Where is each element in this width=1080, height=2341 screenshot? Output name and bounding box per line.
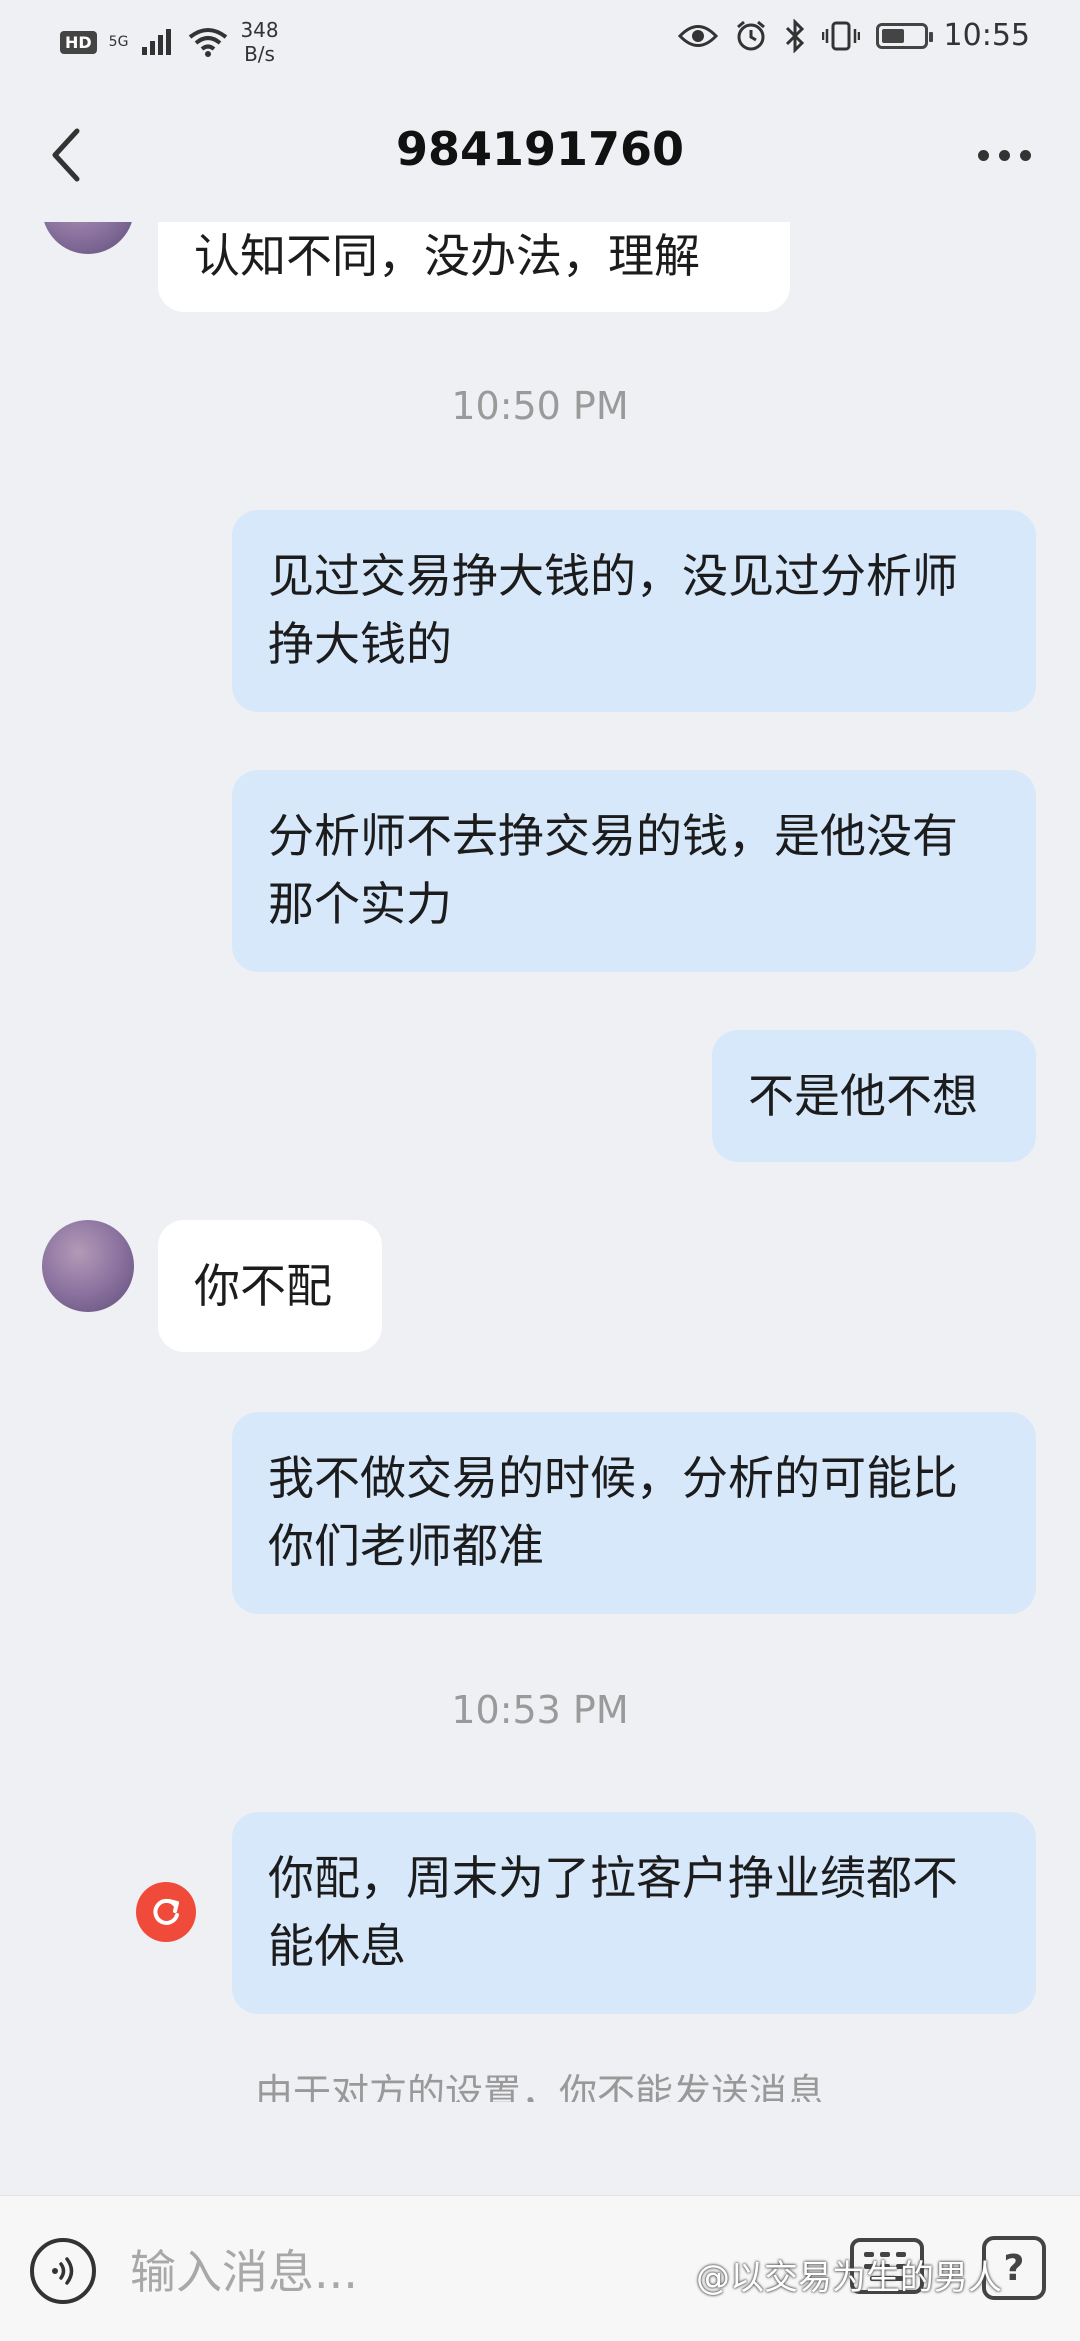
message-bubble-received[interactable]: 认知不同，没办法，理解 [158,222,790,312]
network-speed: 348 B/s [240,18,278,66]
status-left: HD 5G 348 B/s [60,18,279,66]
wifi-icon [189,28,228,57]
voice-icon [52,2257,74,2285]
status-bar: HD 5G 348 B/s 10:55 [0,0,1080,80]
more-options-button[interactable] [964,130,1044,180]
message-text: 你配，周末为了拉客户挣业绩都不能休息 [268,1851,958,1973]
avatar[interactable] [42,222,134,254]
message-text: 见过交易挣大钱的，没见过分析师挣大钱的 [268,549,958,671]
message-bubble-sent[interactable]: 分析师不去挣交易的钱，是他没有那个实力 [232,770,1036,972]
status-time: 10:55 [943,18,1030,53]
refresh-icon [153,1898,179,1925]
message-bubble-sent[interactable]: 不是他不想 [712,1030,1036,1162]
message-bubble-sent[interactable]: 你配，周末为了拉客户挣业绩都不能休息 [232,1812,1036,2014]
watermark: @以交易为生的男人 [696,2258,1002,2298]
message-text: 我不做交易的时候，分析的可能比你们老师都准 [268,1451,958,1573]
message-bubble-sent[interactable]: 见过交易挣大钱的，没见过分析师挣大钱的 [232,510,1036,712]
timestamp: 10:50 PM [451,384,629,428]
message-text: 认知不同，没办法，理解 [194,229,700,283]
message-text: 分析师不去挣交易的钱，是他没有那个实力 [268,809,958,931]
vibrate-icon [821,21,860,50]
network-type: 5G [108,34,129,50]
alarm-icon [736,20,765,50]
more-dot-icon [977,149,989,161]
more-dot-icon [1019,149,1031,161]
signal-icon [142,29,172,55]
status-right: 10:55 [677,18,1030,53]
voice-button[interactable] [30,2238,96,2304]
message-bubble-sent[interactable]: 我不做交易的时候，分析的可能比你们老师都准 [232,1412,1036,1614]
speed-value: 348 [240,18,279,42]
page-title: 984191760 [395,122,685,176]
blocked-notice: 由于对方的设置，你不能发送消息 [254,2071,825,2102]
message-list[interactable]: 认知不同，没办法，理解 10:50 PM 见过交易挣大钱的，没见过分析师挣大钱的… [0,222,1080,2102]
hd-badge: HD [60,30,97,54]
message-text: 你不配 [194,1259,332,1313]
more-dot-icon [998,149,1010,161]
chat-header: 984191760 [0,100,1080,210]
avatar[interactable] [42,1220,134,1312]
eye-icon [677,24,718,47]
message-input[interactable] [128,2236,672,2308]
message-bubble-received[interactable]: 你不配 [158,1220,382,1352]
battery-icon [875,22,933,49]
timestamp: 10:53 PM [451,1688,629,1732]
resend-button[interactable] [136,1882,196,1942]
battery-level [881,28,904,43]
speed-unit: B/s [244,42,275,66]
bluetooth-icon [785,18,804,53]
message-text: 不是他不想 [748,1069,978,1123]
